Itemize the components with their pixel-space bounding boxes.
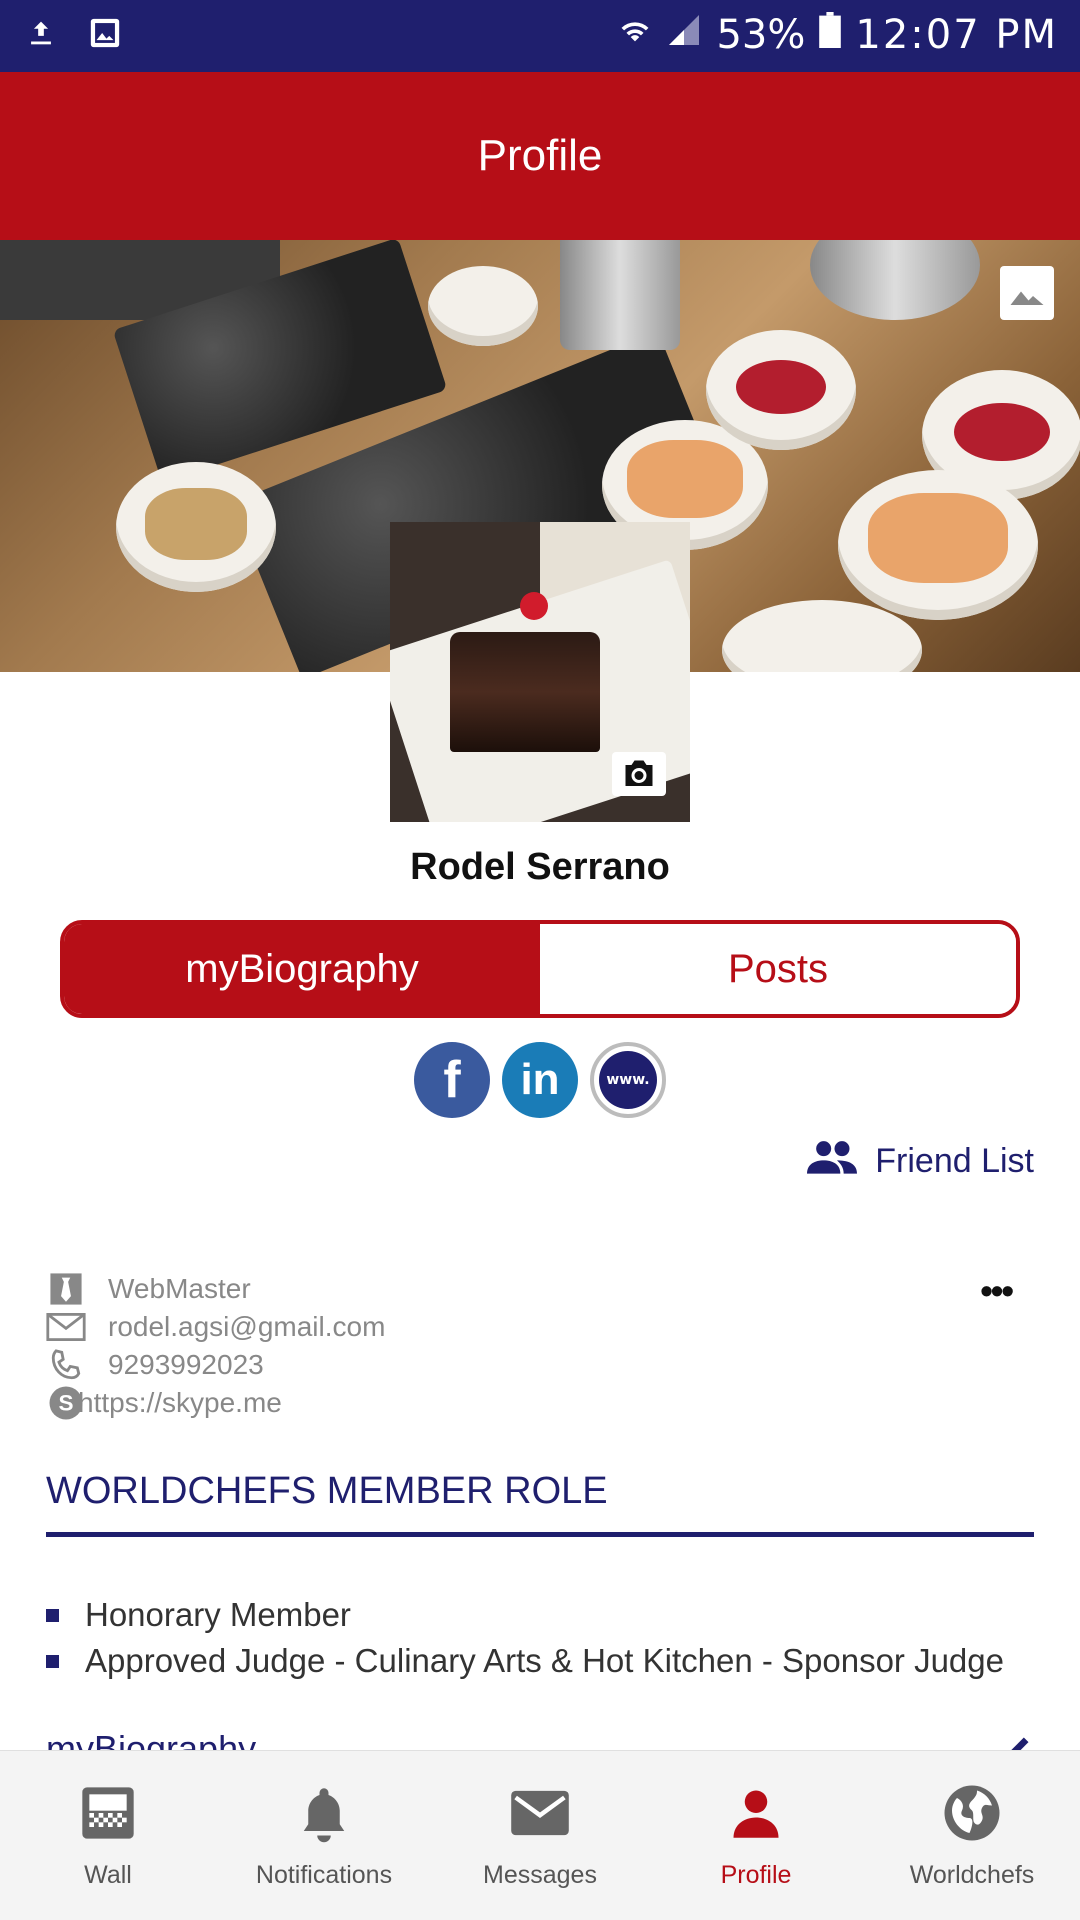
nav-messages-label: Messages [483,1861,597,1889]
contact-info: WebMaster rodel.agsi@gmail.com 929399202… [46,1270,385,1422]
clock: 12:07 PM [855,12,1058,58]
app-header: Profile [0,72,1080,240]
friend-list-button[interactable]: Friend List [807,1140,1034,1183]
nav-notifications-label: Notifications [255,1861,393,1889]
battery-percent: 53% [716,12,806,58]
cover-edit-icon[interactable] [1000,266,1054,320]
image-icon [88,16,122,55]
nav-profile-label: Profile [720,1861,792,1889]
mail-icon [509,1783,571,1843]
divider [46,1532,1034,1537]
list-item: Approved Judge - Culinary Arts & Hot Kit… [46,1638,1004,1684]
social-links: f in www. [414,1042,666,1118]
globe-icon [942,1783,1002,1843]
camera-icon[interactable] [612,752,666,796]
member-role-list: Honorary Member Approved Judge - Culinar… [46,1592,1004,1684]
page-title: Profile [477,131,603,180]
person-icon [729,1783,783,1843]
contact-role: WebMaster [108,1273,251,1304]
people-icon [807,1140,858,1183]
status-bar: 53% 12:07 PM [0,0,1080,72]
contact-email-row[interactable]: rodel.agsi@gmail.com [46,1308,385,1346]
list-item: Honorary Member [46,1592,1004,1638]
nav-worldchefs[interactable]: Worldchefs [864,1751,1080,1920]
nav-worldchefs-label: Worldchefs [909,1861,1035,1889]
friend-list-label: Friend List [875,1142,1034,1180]
mail-icon [46,1311,86,1343]
tab-posts[interactable]: Posts [540,924,1016,1014]
bio-section-title: myBiography [46,1728,257,1750]
facebook-icon[interactable]: f [414,1042,490,1118]
contact-skype: https://skype.me [78,1387,282,1418]
website-icon[interactable]: www. [590,1042,666,1118]
contact-skype-row[interactable]: S https://skype.me [46,1384,385,1422]
nav-wall-label: Wall [84,1861,132,1889]
profile-name: Rodel Serrano [410,846,670,888]
bottom-navigation: Wall Notifications Messages Profile Worl… [0,1750,1080,1920]
profile-tabs: myBiography Posts [60,920,1020,1018]
contact-phone: 9293992023 [108,1349,264,1380]
battery-icon [819,12,842,58]
nav-messages[interactable]: Messages [432,1751,648,1920]
more-options-icon[interactable]: ••• [980,1270,1014,1312]
nav-wall[interactable]: Wall [0,1751,216,1920]
member-role-title: WORLDCHEFS MEMBER ROLE [46,1470,608,1512]
profile-avatar[interactable] [390,522,690,822]
upload-icon [24,16,58,55]
nav-notifications[interactable]: Notifications [216,1751,432,1920]
contact-phone-row[interactable]: 9293992023 [46,1346,385,1384]
contact-email: rodel.agsi@gmail.com [108,1311,386,1342]
signal-icon [666,12,702,58]
nav-profile[interactable]: Profile [648,1751,864,1920]
bell-icon [297,1783,351,1843]
website-label: www. [599,1051,657,1109]
svg-text:S: S [58,1391,73,1416]
wall-icon [80,1783,136,1843]
tie-icon [46,1273,86,1305]
wifi-icon [618,12,652,58]
contact-role-row: WebMaster [46,1270,385,1308]
linkedin-icon[interactable]: in [502,1042,578,1118]
tab-mybiography[interactable]: myBiography [64,924,540,1014]
phone-icon [46,1349,86,1381]
